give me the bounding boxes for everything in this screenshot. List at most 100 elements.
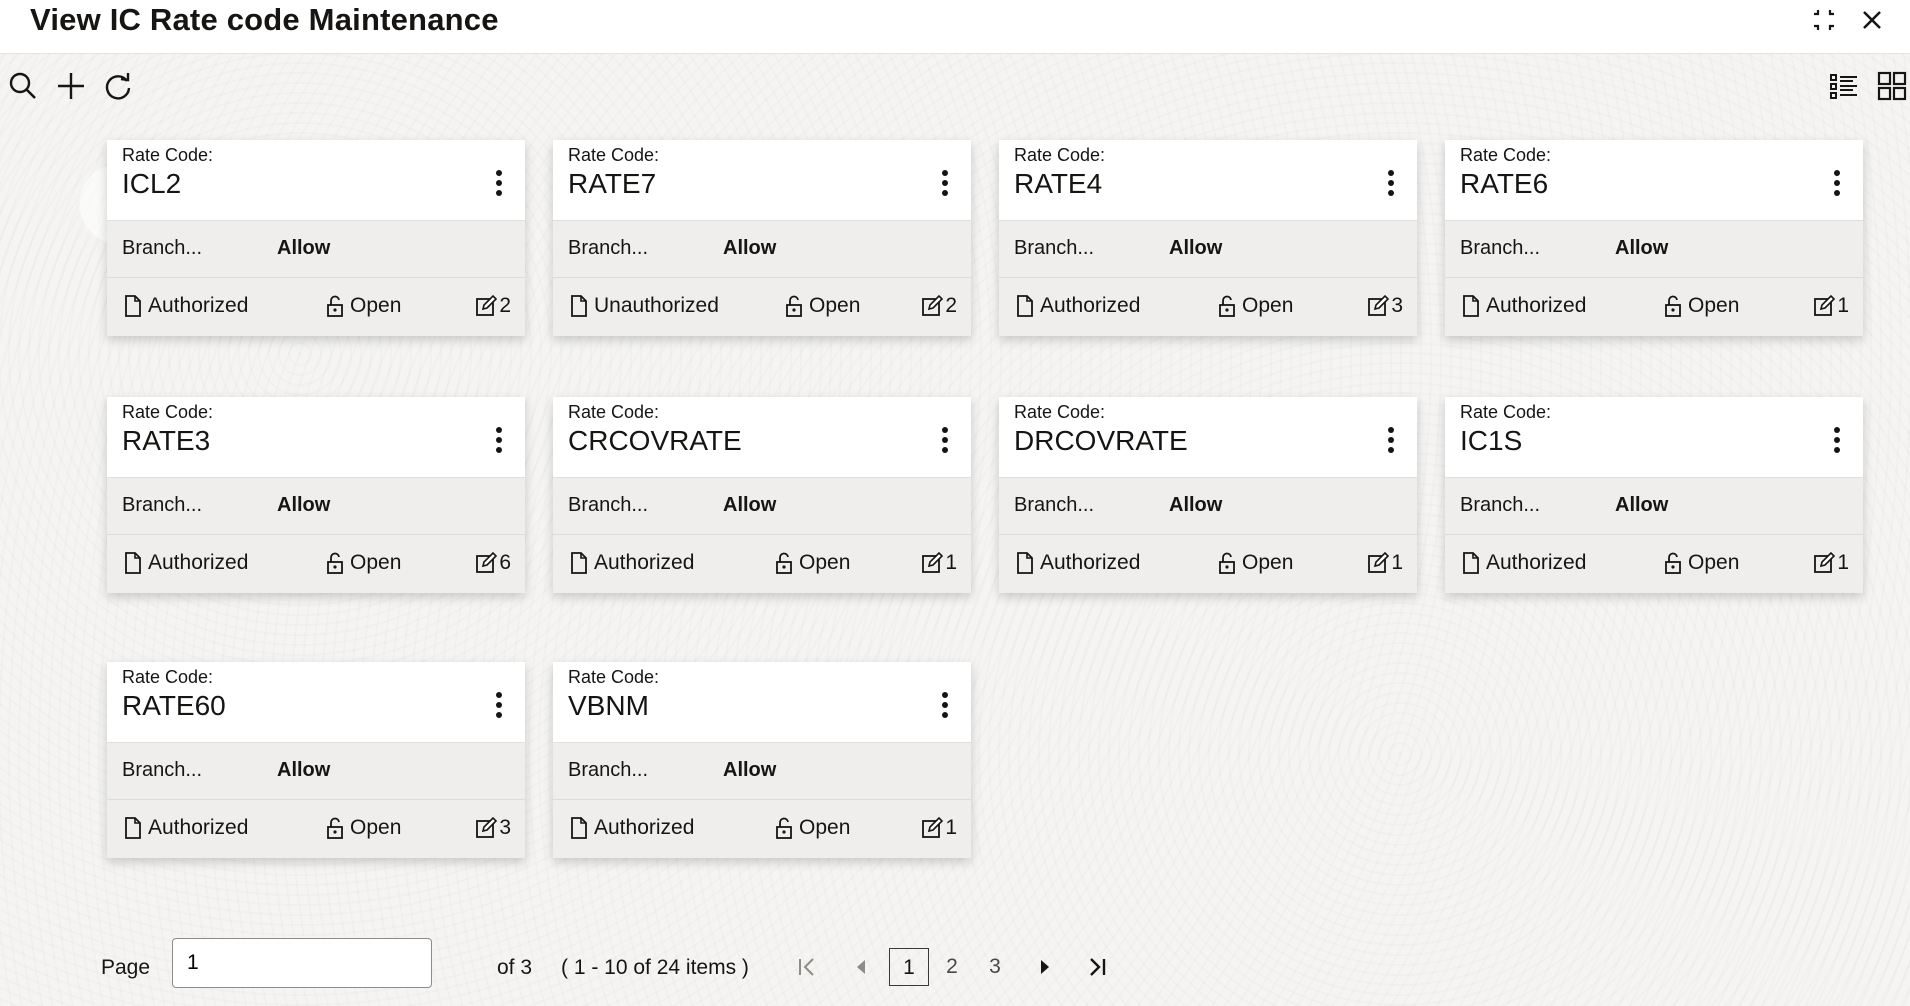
rate-code-card[interactable]: Rate Code: VBNM Branch... Allow Authoriz… (553, 662, 971, 858)
rate-code-card[interactable]: Rate Code: CRCOVRATE Branch... Allow Aut… (553, 397, 971, 593)
modification-count: 1 (921, 551, 957, 575)
rate-code-value: IC1S (1460, 425, 1523, 456)
modification-count-text: 1 (945, 551, 957, 574)
unlock-icon (1662, 551, 1684, 575)
rate-code-card[interactable]: Rate Code: RATE60 Branch... Allow Author… (107, 662, 525, 858)
plus-icon[interactable] (53, 68, 89, 104)
rate-code-value: RATE7 (568, 168, 657, 199)
document-icon (1014, 551, 1036, 575)
more-actions-icon[interactable] (939, 427, 951, 459)
page-2-button[interactable]: 2 (932, 948, 972, 986)
auth-status: Authorized (1014, 294, 1140, 318)
rate-code-label: Rate Code: (122, 402, 214, 422)
unlock-icon (324, 816, 346, 840)
branch-label: Branch... (122, 494, 203, 516)
page-3-button[interactable]: 3 (975, 948, 1015, 986)
branch-label: Branch... (1460, 494, 1541, 516)
edit-icon (921, 294, 944, 318)
page-label: Page (101, 956, 151, 979)
compress-icon[interactable] (1806, 2, 1842, 38)
more-actions-icon[interactable] (939, 692, 951, 724)
rate-code-value: CRCOVRATE (568, 425, 742, 456)
document-icon (1460, 551, 1482, 575)
card-footer: Authorized Open 6 (107, 535, 525, 593)
modification-count: 1 (921, 816, 957, 840)
auth-status: Authorized (122, 551, 248, 575)
modification-count-text: 3 (1391, 294, 1403, 317)
search-icon[interactable] (5, 68, 41, 104)
card-header: Rate Code: RATE7 (553, 140, 971, 221)
more-actions-icon[interactable] (493, 427, 505, 459)
page-1-button[interactable]: 1 (889, 948, 929, 986)
modification-count: 2 (475, 294, 511, 318)
document-icon (122, 816, 144, 840)
card-footer: Authorized Open 3 (107, 800, 525, 858)
card-branch-row: Branch... Allow (553, 743, 971, 800)
rate-code-value: RATE4 (1014, 168, 1103, 199)
branch-value: Allow (277, 237, 331, 259)
rate-code-card[interactable]: Rate Code: ICL2 Branch... Allow Authoriz… (107, 140, 525, 336)
refresh-icon[interactable] (100, 68, 136, 104)
modification-count: 2 (921, 294, 957, 318)
card-header: Rate Code: RATE60 (107, 662, 525, 743)
rate-code-card[interactable]: Rate Code: RATE3 Branch... Allow Authori… (107, 397, 525, 593)
rate-code-card[interactable]: Rate Code: RATE6 Branch... Allow Authori… (1445, 140, 1863, 336)
card-footer: Authorized Open 2 (107, 278, 525, 336)
unlock-icon (773, 816, 795, 840)
lock-status-text: Open (350, 816, 402, 839)
branch-value: Allow (277, 759, 331, 781)
more-actions-icon[interactable] (493, 692, 505, 724)
document-icon (568, 816, 590, 840)
modification-count: 1 (1813, 551, 1849, 575)
previous-page-icon[interactable] (846, 952, 876, 982)
modification-count-text: 6 (499, 551, 511, 574)
card-branch-row: Branch... Allow (1445, 478, 1863, 535)
card-header: Rate Code: ICL2 (107, 140, 525, 221)
rate-code-card[interactable]: Rate Code: DRCOVRATE Branch... Allow Aut… (999, 397, 1417, 593)
more-actions-icon[interactable] (1831, 170, 1843, 202)
lock-status: Open (1662, 551, 1739, 575)
more-actions-icon[interactable] (1385, 170, 1397, 202)
more-actions-icon[interactable] (493, 170, 505, 202)
auth-status-text: Authorized (148, 816, 249, 839)
rate-code-label: Rate Code: (122, 145, 214, 165)
auth-status: Authorized (568, 551, 694, 575)
rate-code-label: Rate Code: (568, 402, 660, 422)
card-branch-row: Branch... Allow (999, 221, 1417, 278)
rate-code-card[interactable]: Rate Code: RATE4 Branch... Allow Authori… (999, 140, 1417, 336)
list-view-icon[interactable] (1826, 68, 1862, 104)
modification-count-text: 1 (1391, 551, 1403, 574)
branch-label: Branch... (122, 237, 203, 259)
rate-code-card[interactable]: Rate Code: IC1S Branch... Allow Authoriz… (1445, 397, 1863, 593)
rate-code-card[interactable]: Rate Code: RATE7 Branch... Allow Unautho… (553, 140, 971, 336)
modification-count-text: 1 (1837, 551, 1849, 574)
tile-view-icon[interactable] (1874, 68, 1910, 104)
first-page-icon[interactable] (792, 952, 822, 982)
rate-code-label: Rate Code: (568, 667, 660, 687)
card-footer: Authorized Open 1 (553, 535, 971, 593)
edit-icon (921, 551, 944, 575)
more-actions-icon[interactable] (939, 170, 951, 202)
next-page-icon[interactable] (1030, 952, 1060, 982)
rate-code-label: Rate Code: (568, 145, 660, 165)
more-actions-icon[interactable] (1831, 427, 1843, 459)
branch-value: Allow (1615, 494, 1669, 516)
last-page-icon[interactable] (1083, 952, 1113, 982)
auth-status: Authorized (1460, 551, 1586, 575)
modification-count-text: 3 (499, 816, 511, 839)
document-icon (1014, 294, 1036, 318)
lock-status: Open (1216, 294, 1293, 318)
card-grid: Rate Code: ICL2 Branch... Allow Authoriz… (0, 0, 1910, 1006)
close-icon[interactable] (1854, 2, 1890, 38)
page-number-input[interactable] (172, 938, 432, 988)
more-actions-icon[interactable] (1385, 427, 1397, 459)
card-footer: Authorized Open 1 (1445, 278, 1863, 336)
modification-count: 3 (475, 816, 511, 840)
edit-icon (475, 816, 498, 840)
card-footer: Unauthorized Open 2 (553, 278, 971, 336)
lock-status: Open (783, 294, 860, 318)
card-footer: Authorized Open 1 (999, 535, 1417, 593)
card-branch-row: Branch... Allow (107, 478, 525, 535)
card-footer: Authorized Open 1 (1445, 535, 1863, 593)
edit-icon (1813, 551, 1836, 575)
